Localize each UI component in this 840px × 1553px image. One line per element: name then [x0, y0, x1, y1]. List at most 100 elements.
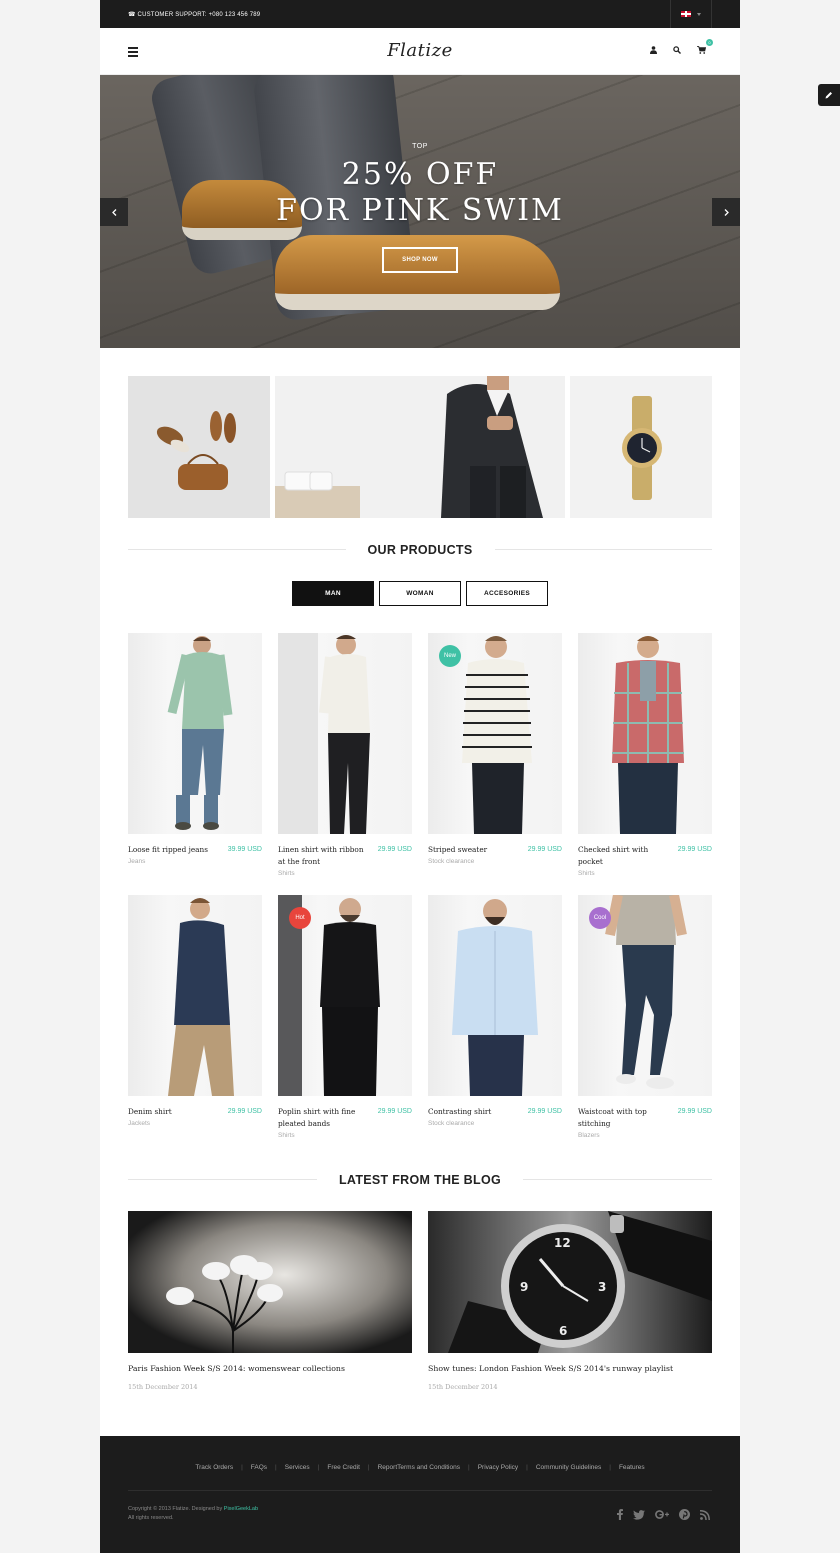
- tab-woman[interactable]: WOMAN: [379, 581, 461, 606]
- footer-link-faqs[interactable]: FAQs: [251, 1464, 267, 1471]
- rights-text: All rights reserved.: [128, 1515, 174, 1521]
- product-category[interactable]: Stock clearance: [428, 1118, 562, 1130]
- product-name[interactable]: Poplin shirt with fine pleated bands: [278, 1106, 368, 1130]
- facebook-icon[interactable]: [617, 1507, 623, 1525]
- product-price: 29.99 USD: [677, 846, 712, 853]
- style-switcher-button[interactable]: [818, 84, 840, 106]
- customer-support-text: ☎ CUSTOMER SUPPORT: +080 123 456 789: [128, 11, 261, 18]
- product-price: 29.99 USD: [527, 1108, 562, 1115]
- product-image[interactable]: [578, 633, 712, 834]
- slider-prev-button[interactable]: [100, 198, 128, 226]
- product-name[interactable]: Denim shirt: [128, 1106, 218, 1118]
- product-card[interactable]: New Striped sweater 29.99 USD Stock clea…: [428, 633, 562, 880]
- product-card[interactable]: Checked shirt with pocket 29.99 USD Shir…: [578, 633, 712, 880]
- blog-post-image[interactable]: [128, 1211, 412, 1353]
- user-icon[interactable]: [650, 46, 657, 54]
- product-card[interactable]: Linen shirt with ribbon at the front 29.…: [278, 633, 412, 880]
- twitter-icon[interactable]: [633, 1507, 645, 1525]
- shop-now-button[interactable]: SHOP NOW: [382, 247, 458, 273]
- copyright-text: Copyright © 2013 Flatize. Designed by Pi…: [128, 1505, 258, 1523]
- banner-shoes-bag[interactable]: [128, 376, 270, 518]
- site-logo[interactable]: Flatize: [100, 40, 740, 61]
- cart-icon[interactable]: 0: [697, 39, 713, 54]
- product-tabs: MAN WOMAN ACCESORIES: [292, 581, 548, 606]
- product-name[interactable]: Striped sweater: [428, 844, 518, 856]
- banner-suit-man[interactable]: [275, 376, 565, 518]
- header-icons: 0: [650, 39, 713, 54]
- product-category[interactable]: Stock clearance: [428, 856, 562, 868]
- blog-post-title[interactable]: Show tunes: London Fashion Week S/S 2014…: [428, 1364, 712, 1373]
- chevron-left-icon: [111, 208, 116, 216]
- product-image[interactable]: [128, 895, 262, 1096]
- product-image[interactable]: [428, 895, 562, 1096]
- product-name[interactable]: Contrasting shirt: [428, 1106, 518, 1118]
- search-icon[interactable]: [673, 46, 681, 54]
- blog-post-image[interactable]: 12 3 6 9: [428, 1211, 712, 1353]
- slider-next-button[interactable]: [712, 198, 740, 226]
- footer-link-track-orders[interactable]: Track Orders: [195, 1464, 233, 1471]
- cool-badge: Cool: [589, 907, 611, 929]
- footer-link-free-credit[interactable]: Free Credit: [327, 1464, 360, 1471]
- footer-link-features[interactable]: Features: [619, 1464, 645, 1471]
- product-price: 29.99 USD: [527, 846, 562, 853]
- product-card[interactable]: Hot Poplin shirt with fine pleated bands…: [278, 895, 412, 1142]
- footer-link-privacy[interactable]: Privacy Policy: [478, 1464, 518, 1471]
- product-name[interactable]: Checked shirt with pocket: [578, 844, 668, 868]
- product-price: 29.99 USD: [377, 1108, 412, 1115]
- banner-watch[interactable]: [570, 376, 712, 518]
- product-name[interactable]: Loose fit ripped jeans: [128, 844, 218, 856]
- product-image[interactable]: [128, 633, 262, 834]
- blog-post-title[interactable]: Paris Fashion Week S/S 2014: womenswear …: [128, 1364, 412, 1373]
- site-header: Flatize 0: [100, 28, 740, 75]
- top-bar: ☎ CUSTOMER SUPPORT: +080 123 456 789: [100, 0, 740, 28]
- new-badge: New: [439, 645, 461, 667]
- footer-link-terms[interactable]: ReportTerms and Conditions: [378, 1464, 460, 1471]
- promo-banners: [128, 376, 712, 518]
- product-card[interactable]: Cool Waistcoat with top stitching 29.99 …: [578, 895, 712, 1142]
- product-price: 29.99 USD: [377, 846, 412, 853]
- chevron-down-icon: [697, 12, 701, 16]
- product-category[interactable]: Jackets: [128, 1118, 262, 1130]
- svg-text:9: 9: [520, 1280, 528, 1294]
- designer-link[interactable]: PixelGeekLab: [224, 1506, 258, 1512]
- uk-flag-icon: [681, 11, 691, 17]
- hot-badge: Hot: [289, 907, 311, 929]
- product-category[interactable]: Shirts: [278, 868, 412, 880]
- product-category[interactable]: Blazers: [578, 1130, 712, 1142]
- blog-post[interactable]: 12 3 6 9 Show tunes: London Fashion Week S/…: [428, 1211, 712, 1391]
- chevron-right-icon: [724, 208, 729, 216]
- product-image[interactable]: [278, 633, 412, 834]
- svg-text:3: 3: [598, 1280, 606, 1294]
- footer-link-guidelines[interactable]: Community Guidelines: [536, 1464, 601, 1471]
- tab-accessories[interactable]: ACCESORIES: [466, 581, 548, 606]
- product-price: 29.99 USD: [227, 1108, 262, 1115]
- language-selector[interactable]: [670, 0, 712, 28]
- hero-slider: TOP 25% OFF FOR PINK SWIM SHOP NOW: [100, 75, 740, 348]
- product-card[interactable]: Loose fit ripped jeans 39.99 USD Jeans: [128, 633, 262, 880]
- product-category[interactable]: Shirts: [578, 868, 712, 880]
- product-card[interactable]: Denim shirt 29.99 USD Jackets: [128, 895, 262, 1142]
- section-heading: LATEST FROM THE BLOG: [316, 1173, 523, 1187]
- product-category[interactable]: Shirts: [278, 1130, 412, 1142]
- pencil-icon: [825, 92, 832, 99]
- cart-count-badge: 0: [706, 39, 713, 46]
- footer-divider: [128, 1490, 712, 1491]
- section-heading: OUR PRODUCTS: [345, 543, 495, 557]
- footer-nav: Track Orders | FAQs | Services | Free Credi…: [195, 1464, 645, 1471]
- product-price: 29.99 USD: [677, 1108, 712, 1115]
- tab-man[interactable]: MAN: [292, 581, 374, 606]
- pinterest-icon[interactable]: [679, 1507, 690, 1525]
- google-plus-icon[interactable]: [655, 1507, 669, 1525]
- product-name[interactable]: Waistcoat with top stitching: [578, 1106, 668, 1130]
- hero-title-line2: FOR PINK SWIM: [276, 193, 564, 228]
- product-name[interactable]: Linen shirt with ribbon at the front: [278, 844, 368, 868]
- footer-link-services[interactable]: Services: [285, 1464, 310, 1471]
- copyright-prefix: Copyright © 2013 Flatize. Designed by: [128, 1506, 224, 1512]
- products-section-title: OUR PRODUCTS: [128, 541, 712, 557]
- blog-post[interactable]: Paris Fashion Week S/S 2014: womenswear …: [128, 1211, 412, 1391]
- hero-label: TOP: [412, 143, 428, 150]
- blog-section-title: LATEST FROM THE BLOG: [128, 1171, 712, 1187]
- product-card[interactable]: Contrasting shirt 29.99 USD Stock cleara…: [428, 895, 562, 1142]
- rss-icon[interactable]: [699, 1507, 710, 1525]
- product-category[interactable]: Jeans: [128, 856, 262, 868]
